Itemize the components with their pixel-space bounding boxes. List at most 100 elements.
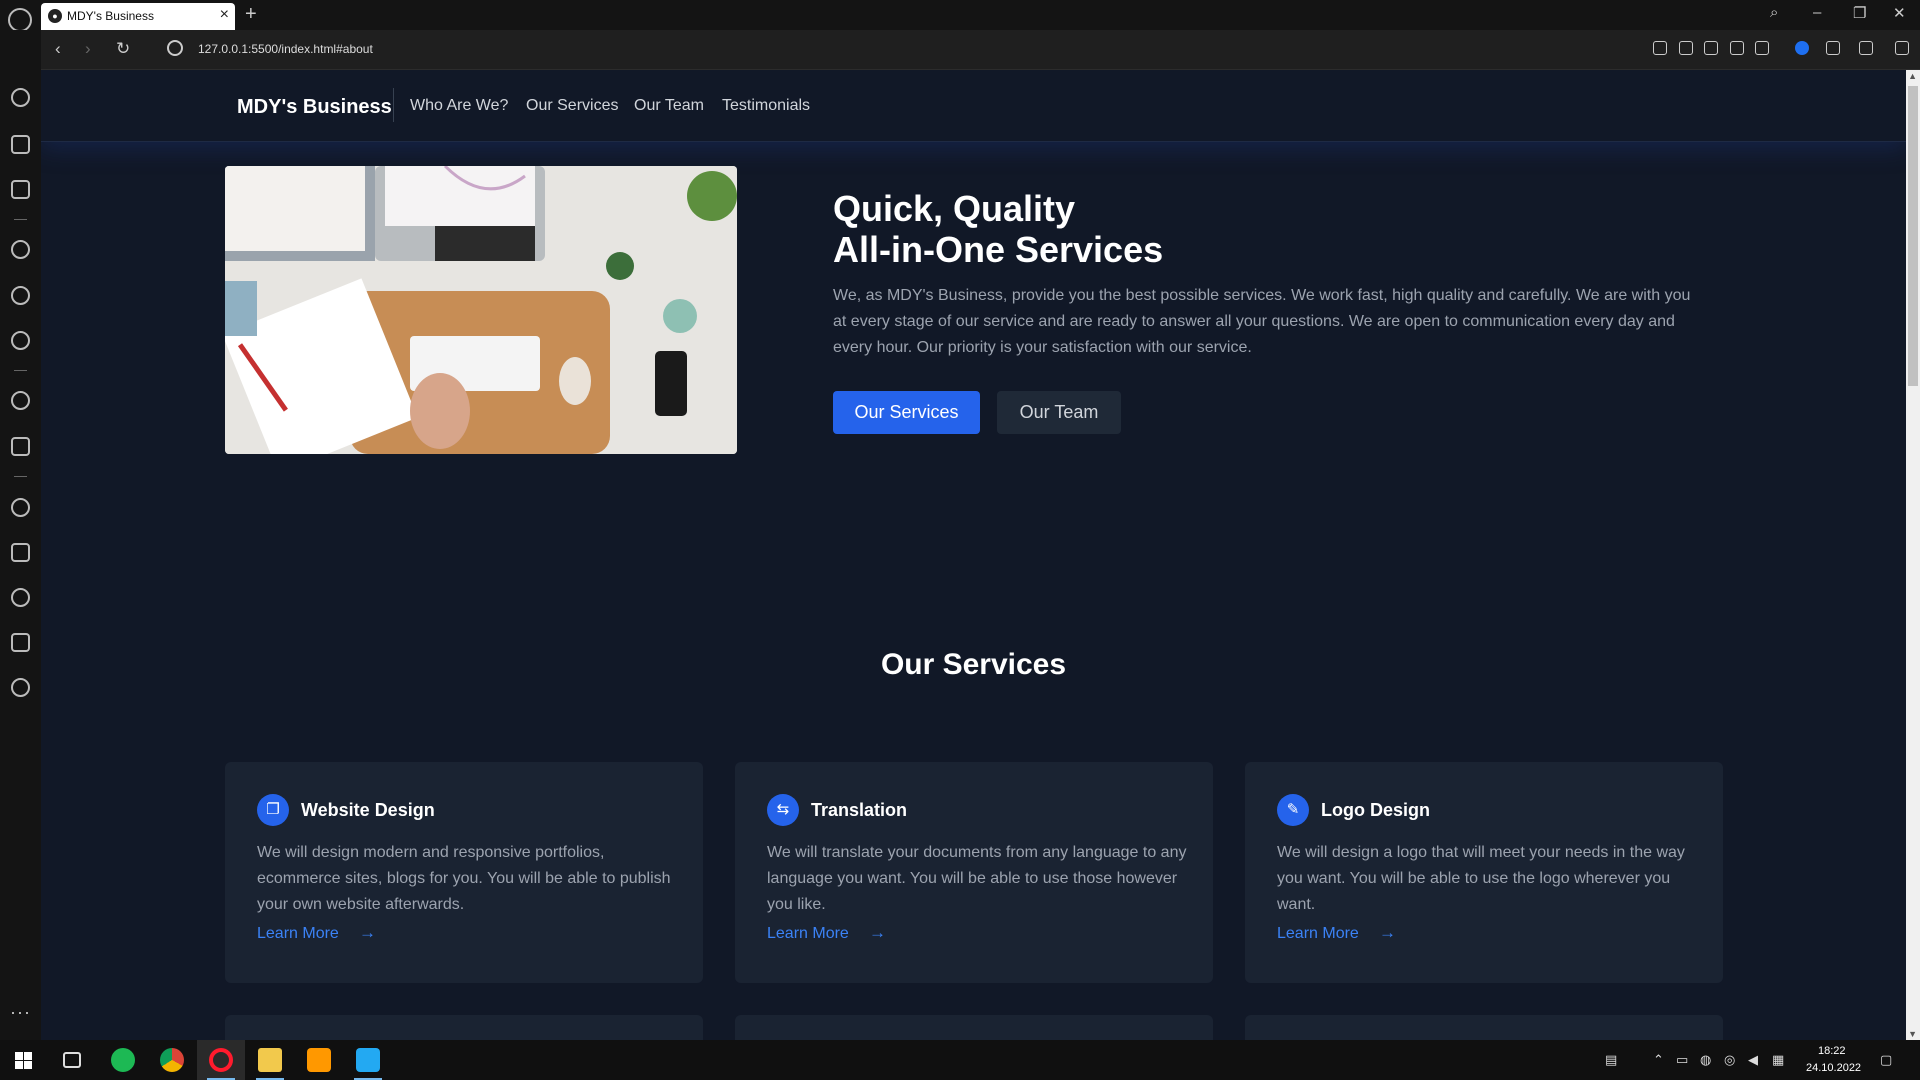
close-window-icon[interactable]: ✕ [1893, 4, 1906, 22]
hero-description: We, as MDY's Business, provide you the b… [833, 287, 1691, 356]
bookmarks-heart-icon[interactable] [11, 498, 30, 517]
nav-divider [393, 88, 394, 122]
screen: ● MDY's Business × + ⌕ – ❐ ✕ ‹ › ↻ 127.0… [0, 0, 1920, 1080]
learn-more-link[interactable]: Learn More [767, 925, 849, 943]
settings-icon[interactable] [11, 678, 30, 697]
taskbar-spotify[interactable] [99, 1040, 147, 1080]
sidebar-divider [14, 476, 27, 477]
nav-who-are-we[interactable]: Who Are We? [410, 97, 508, 115]
back-icon[interactable]: ‹ [55, 39, 61, 59]
adblock-icon[interactable] [1704, 41, 1718, 55]
folder-icon [258, 1048, 282, 1072]
twitter-icon[interactable] [11, 331, 30, 350]
translate-icon: ⇆ [767, 794, 799, 826]
page-scrollbar[interactable]: ▲ ▼ [1906, 70, 1920, 1040]
service-card-text: We will design modern and responsive por… [257, 844, 671, 913]
snapshot-icon[interactable] [1679, 41, 1693, 55]
network-icon[interactable]: ◍ [1700, 1052, 1711, 1068]
service-card: ⇆ Translation We will translate your doc… [735, 762, 1213, 983]
chrome-icon [160, 1048, 184, 1072]
taskbar-file-explorer[interactable] [246, 1040, 294, 1080]
sidebar-divider [14, 219, 27, 220]
whatsapp-icon[interactable] [11, 286, 30, 305]
more-icon[interactable]: ··· [10, 1002, 31, 1023]
service-card-title: Website Design [301, 800, 435, 820]
speed-dial-icon[interactable] [11, 88, 30, 107]
start-button[interactable] [0, 1040, 48, 1080]
task-view-button[interactable] [48, 1040, 96, 1080]
new-tab-icon[interactable]: + [245, 3, 257, 26]
arrow-right-icon[interactable]: → [1379, 923, 1396, 943]
keyboard-icon[interactable]: ▦ [1772, 1052, 1784, 1068]
scroll-down-icon[interactable]: ▼ [1908, 1029, 1917, 1039]
scroll-thumb[interactable] [1908, 86, 1918, 386]
news-icon[interactable]: ▤ [1605, 1052, 1617, 1068]
extensions-icon[interactable] [1826, 41, 1840, 55]
clock-time[interactable]: 18:22 [1818, 1045, 1846, 1057]
opera-menu-icon[interactable] [8, 8, 32, 32]
tab-title: MDY's Business [67, 9, 154, 23]
arrow-right-icon[interactable]: → [359, 923, 376, 943]
address-bar: ‹ › ↻ 127.0.0.1:5500/index.html#about [41, 30, 1920, 70]
hero-image [225, 166, 737, 454]
taskbar-sublime[interactable] [295, 1040, 343, 1080]
service-card-partial [1245, 1015, 1723, 1040]
taskbar-chrome[interactable] [148, 1040, 196, 1080]
browser-sidebar: ··· [0, 30, 41, 1040]
tab-close-icon[interactable]: × [220, 6, 229, 24]
forward-icon[interactable]: › [85, 39, 91, 59]
restore-icon[interactable]: ❐ [1853, 4, 1866, 22]
page-viewport: MDY's Business Who Are We? Our Services … [41, 70, 1920, 1040]
vpn-icon[interactable] [1795, 41, 1809, 55]
scroll-up-icon[interactable]: ▲ [1908, 71, 1917, 81]
easy-setup-icon[interactable] [1895, 41, 1909, 55]
nav-testimonials[interactable]: Testimonials [722, 97, 810, 115]
player-icon[interactable] [11, 391, 30, 410]
arrow-right-icon[interactable]: → [869, 923, 886, 943]
history-icon[interactable] [11, 588, 30, 607]
service-card: ✎ Logo Design We will design a logo that… [1245, 762, 1723, 983]
battery-icon[interactable]: ▭ [1676, 1052, 1688, 1068]
taskbar: ▤ ⌃ ▭ ◍ ◎ ◀ ▦ 18:22 24.10.2022 ▢ [0, 1040, 1920, 1080]
heart-icon[interactable] [1755, 41, 1769, 55]
sidebar-divider [14, 370, 27, 371]
site-info-icon[interactable] [167, 40, 183, 56]
service-card-text: We will design a logo that will meet you… [1277, 844, 1685, 913]
url-field[interactable]: 127.0.0.1:5500/index.html#about [198, 42, 373, 56]
browser-tab[interactable]: ● MDY's Business × [41, 3, 235, 30]
reload-icon[interactable]: ↻ [116, 39, 130, 59]
service-card-title: Logo Design [1321, 800, 1430, 820]
browser-tab-bar: ● MDY's Business × + ⌕ – ❐ ✕ [0, 0, 1920, 32]
tabs-icon[interactable] [11, 543, 30, 562]
sublime-text-icon [307, 1048, 331, 1072]
volume-icon[interactable]: ◀ [1748, 1052, 1758, 1068]
site-brand[interactable]: MDY's Business [237, 96, 392, 119]
taskbar-opera[interactable] [197, 1040, 245, 1080]
vscode-icon [356, 1048, 380, 1072]
our-services-button[interactable]: Our Services [833, 391, 980, 434]
flow-icon[interactable] [11, 437, 30, 456]
vpn-tray-icon[interactable]: ◎ [1724, 1052, 1735, 1068]
workspaces-icon[interactable] [11, 135, 30, 154]
extensions-cube-icon[interactable] [11, 633, 30, 652]
clock-date[interactable]: 24.10.2022 [1806, 1062, 1861, 1074]
search-tabs-icon[interactable]: ⌕ [1770, 4, 1778, 21]
services-section-title: Our Services [880, 648, 1067, 681]
twitch-icon[interactable] [11, 180, 30, 199]
learn-more-link[interactable]: Learn More [1277, 925, 1359, 943]
service-card-title: Translation [811, 800, 908, 820]
chevron-up-icon[interactable]: ⌃ [1653, 1052, 1664, 1068]
messenger-icon[interactable] [11, 240, 30, 259]
our-team-button[interactable]: Our Team [997, 391, 1121, 434]
nav-our-team[interactable]: Our Team [634, 97, 704, 115]
send-icon[interactable] [1730, 41, 1744, 55]
share-icon[interactable] [1653, 41, 1667, 55]
service-card: ❐ Website Design We will design modern a… [225, 762, 703, 983]
learn-more-link[interactable]: Learn More [257, 925, 339, 943]
nav-our-services[interactable]: Our Services [526, 97, 618, 115]
downloads-icon[interactable] [1859, 41, 1873, 55]
hero-title-line1: Quick, Quality [833, 188, 1076, 229]
taskbar-vscode[interactable] [344, 1040, 392, 1080]
minimize-icon[interactable]: – [1813, 4, 1821, 21]
notifications-icon[interactable]: ▢ [1880, 1052, 1892, 1068]
